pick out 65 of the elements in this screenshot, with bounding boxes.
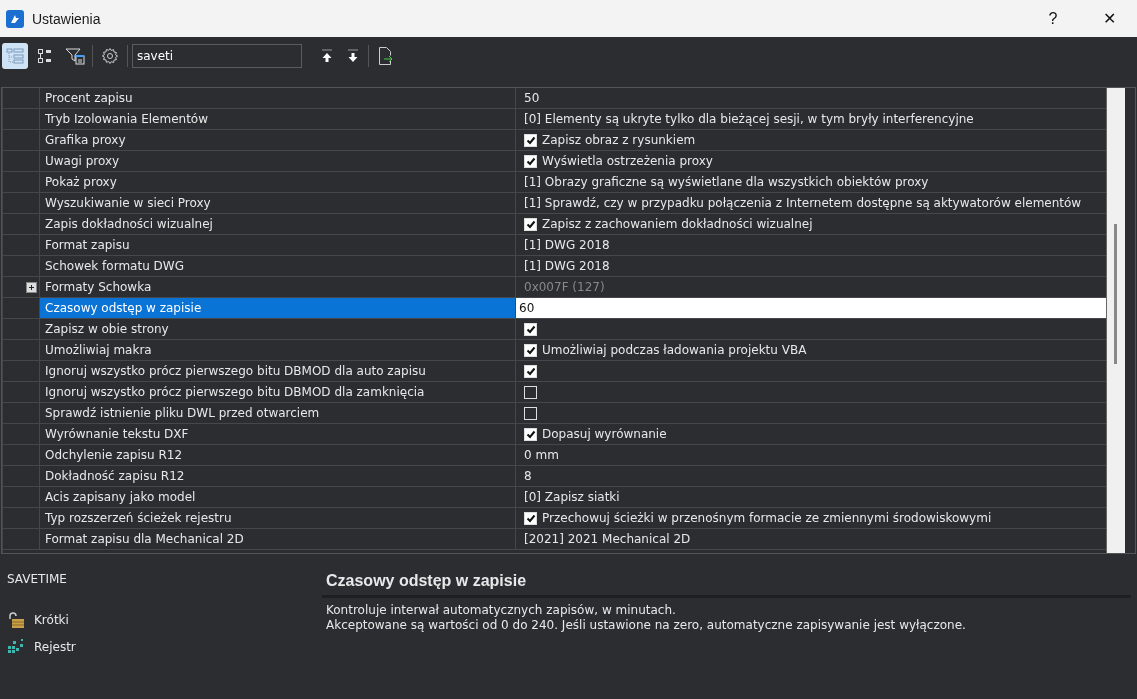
property-value: Zapisz obraz z rysunkiem	[542, 133, 696, 147]
property-name[interactable]: Grafika proxy	[40, 130, 516, 150]
search-field[interactable]: saveti	[132, 44, 302, 68]
checkbox[interactable]	[524, 364, 537, 378]
property-name[interactable]: Wyrównanie tekstu DXF	[40, 424, 516, 444]
property-value: Wyświetla ostrzeżenia proxy	[542, 154, 713, 168]
property-value: [0] Elementy są ukryte tylko dla bieżącej sesji, w tym bryły interferencyjne	[524, 112, 974, 126]
checkbox[interactable]	[524, 322, 537, 336]
property-value: [1] DWG 2018	[524, 238, 610, 252]
property-value: 0x007F (127)	[524, 280, 605, 294]
property-name[interactable]: Umożliwiaj makra	[40, 340, 516, 360]
checkbox[interactable]	[524, 511, 537, 525]
property-name[interactable]: Format zapisu dla Mechanical 2D	[40, 529, 516, 549]
property-value: [2021] 2021 Mechanical 2D	[524, 532, 691, 546]
property-name[interactable]: Tryb Izolowania Elementów	[40, 109, 516, 129]
property-name[interactable]: Procent zapisu	[40, 88, 516, 108]
property-name[interactable]: Zapis dokładności wizualnej	[40, 214, 516, 234]
checkbox[interactable]	[524, 385, 537, 399]
info-link[interactable]: Rejestr	[34, 640, 76, 654]
checkbox[interactable]	[524, 154, 537, 168]
expand-icon[interactable]	[26, 281, 37, 293]
property-name[interactable]: Wyszukiwanie w sieci Proxy	[40, 193, 516, 213]
description-title: Czasowy odstęp w zapisie	[322, 572, 1131, 598]
scrollbar-thumb[interactable]	[1114, 224, 1117, 364]
scrollbar[interactable]	[1106, 88, 1125, 553]
property-name[interactable]: Acis zapisany jako model	[40, 487, 516, 507]
property-name[interactable]: Schowek formatu DWG	[40, 256, 516, 276]
property-value: 50	[524, 91, 540, 105]
property-name[interactable]: Odchylenie zapisu R12	[40, 445, 516, 465]
checkbox[interactable]	[524, 217, 537, 231]
property-value: [1] Obrazy graficzne są wyświetlane dla wszystkich obiektów proxy	[524, 175, 929, 189]
property-name[interactable]: Czasowy odstęp w zapisie	[40, 298, 516, 318]
property-value: [1] DWG 2018	[524, 259, 610, 273]
property-name[interactable]: Format zapisu	[40, 235, 516, 255]
help-button[interactable]: ?	[1025, 0, 1081, 37]
property-value: Dopasuj wyrównanie	[542, 427, 667, 441]
property-value: [1] Sprawdź, czy w przypadku połączenia z Internetem dostępne są aktywatorów elementów	[524, 196, 1082, 210]
property-name[interactable]: Sprawdź istnienie pliku DWL przed otwarciem	[40, 403, 516, 423]
lock-icon	[7, 612, 25, 628]
description-text: Kontroluje interwał automatycznych zapisów, w minutach.	[325, 603, 677, 618]
property-name[interactable]: Dokładność zapisu R12	[40, 466, 516, 486]
property-name[interactable]: Typ rozszerzeń ścieżek rejestru	[40, 508, 516, 528]
property-name[interactable]: Ignoruj wszystko prócz pierwszego bitu DBMOD dla auto zapisu	[40, 361, 516, 381]
window-title: Ustawienia	[32, 10, 101, 27]
close-button[interactable]: ✕	[1081, 0, 1137, 37]
property-value: [0] Zapisz siatki	[524, 490, 620, 504]
property-value: Umożliwiaj podczas ładowania projektu VBA	[542, 343, 807, 357]
blocks-icon	[7, 639, 25, 655]
description-text: Akceptowane są wartości od 0 do 240. Jeśli ustawione na zero, automatyczne zapisywanie jest wyłączone.	[325, 618, 967, 633]
property-name[interactable]: Zapisz w obie strony	[40, 319, 516, 339]
property-value: Przechowuj ścieżki w przenośnym formacie ze zmiennymi środowiskowymi	[542, 511, 992, 525]
checkbox[interactable]	[524, 343, 537, 357]
variable-name: SAVETIME	[6, 572, 68, 586]
checkbox[interactable]	[524, 133, 537, 147]
info-link[interactable]: Krótki	[34, 613, 69, 627]
checkbox[interactable]	[524, 427, 537, 441]
property-name[interactable]: Pokaż proxy	[40, 172, 516, 192]
property-name[interactable]: Ignoruj wszystko prócz pierwszego bitu DBMOD dla zamknięcia	[40, 382, 516, 402]
checkbox[interactable]	[524, 406, 537, 420]
property-value: 8	[524, 469, 532, 483]
app-logo-icon	[6, 9, 24, 28]
property-value: 0 mm	[524, 448, 559, 462]
property-name[interactable]: Uwagi proxy	[40, 151, 516, 171]
property-name[interactable]: Formaty Schowka	[40, 277, 516, 297]
property-value: Zapisz z zachowaniem dokładności wizualnej	[542, 217, 813, 231]
